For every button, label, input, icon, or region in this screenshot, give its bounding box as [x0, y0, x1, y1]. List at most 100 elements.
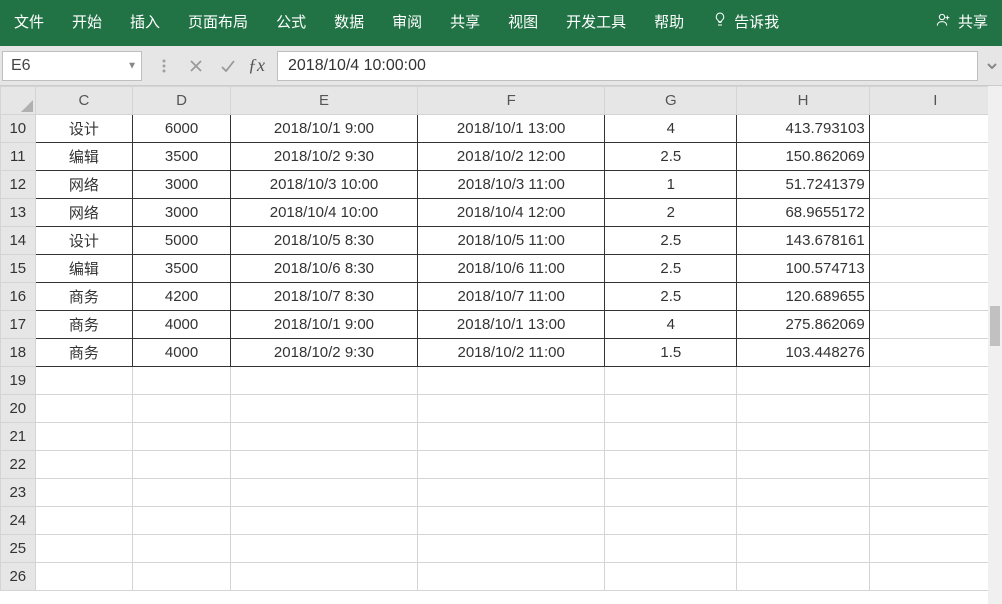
- cell-H25[interactable]: [737, 535, 869, 563]
- cell-E16[interactable]: 2018/10/7 8:30: [230, 283, 417, 311]
- cell-E12[interactable]: 2018/10/3 10:00: [230, 171, 417, 199]
- cell-I24[interactable]: [869, 507, 1001, 535]
- cell-I25[interactable]: [869, 535, 1001, 563]
- cell-G13[interactable]: 2: [605, 199, 737, 227]
- cell-F18[interactable]: 2018/10/2 11:00: [418, 339, 605, 367]
- cell-H24[interactable]: [737, 507, 869, 535]
- cell-H16[interactable]: 120.689655: [737, 283, 869, 311]
- cell-G22[interactable]: [605, 451, 737, 479]
- cell-I19[interactable]: [869, 367, 1001, 395]
- sheet-table[interactable]: CDEFGHI10设计60002018/10/1 9:002018/10/1 1…: [0, 86, 1002, 591]
- cell-H10[interactable]: 413.793103: [737, 115, 869, 143]
- cell-C25[interactable]: [35, 535, 133, 563]
- row-header-23[interactable]: 23: [1, 479, 36, 507]
- cell-E21[interactable]: [230, 423, 417, 451]
- cell-D18[interactable]: 4000: [133, 339, 231, 367]
- cell-H21[interactable]: [737, 423, 869, 451]
- row-header-15[interactable]: 15: [1, 255, 36, 283]
- cell-F24[interactable]: [418, 507, 605, 535]
- enter-button[interactable]: [212, 51, 244, 81]
- tab-review[interactable]: 审阅: [378, 0, 436, 46]
- cell-C15[interactable]: 编辑: [35, 255, 133, 283]
- tab-insert[interactable]: 插入: [116, 0, 174, 46]
- cell-I26[interactable]: [869, 563, 1001, 591]
- cell-G17[interactable]: 4: [605, 311, 737, 339]
- tab-view[interactable]: 视图: [494, 0, 552, 46]
- cell-F17[interactable]: 2018/10/1 13:00: [418, 311, 605, 339]
- cell-I15[interactable]: [869, 255, 1001, 283]
- cell-E19[interactable]: [230, 367, 417, 395]
- col-header-C[interactable]: C: [35, 87, 133, 115]
- expand-formula-bar-icon[interactable]: [982, 60, 1002, 72]
- name-box[interactable]: E6 ▼: [2, 51, 142, 81]
- col-header-H[interactable]: H: [737, 87, 869, 115]
- row-header-11[interactable]: 11: [1, 143, 36, 171]
- cell-C17[interactable]: 商务: [35, 311, 133, 339]
- cell-E25[interactable]: [230, 535, 417, 563]
- row-header-14[interactable]: 14: [1, 227, 36, 255]
- cell-I13[interactable]: [869, 199, 1001, 227]
- cell-C14[interactable]: 设计: [35, 227, 133, 255]
- cell-G25[interactable]: [605, 535, 737, 563]
- cell-D22[interactable]: [133, 451, 231, 479]
- cell-F22[interactable]: [418, 451, 605, 479]
- tab-page-layout[interactable]: 页面布局: [174, 0, 262, 46]
- cell-G20[interactable]: [605, 395, 737, 423]
- cell-I21[interactable]: [869, 423, 1001, 451]
- dropdown-icon[interactable]: ▼: [127, 60, 137, 71]
- cell-E18[interactable]: 2018/10/2 9:30: [230, 339, 417, 367]
- cell-D13[interactable]: 3000: [133, 199, 231, 227]
- select-all-corner[interactable]: [1, 87, 36, 115]
- cell-I10[interactable]: [869, 115, 1001, 143]
- cell-F21[interactable]: [418, 423, 605, 451]
- cell-C22[interactable]: [35, 451, 133, 479]
- cell-D25[interactable]: [133, 535, 231, 563]
- cell-H20[interactable]: [737, 395, 869, 423]
- cell-C19[interactable]: [35, 367, 133, 395]
- row-header-25[interactable]: 25: [1, 535, 36, 563]
- cell-H11[interactable]: 150.862069: [737, 143, 869, 171]
- tab-formulas[interactable]: 公式: [262, 0, 320, 46]
- cell-F15[interactable]: 2018/10/6 11:00: [418, 255, 605, 283]
- cell-E11[interactable]: 2018/10/2 9:30: [230, 143, 417, 171]
- cell-G10[interactable]: 4: [605, 115, 737, 143]
- cell-D26[interactable]: [133, 563, 231, 591]
- cell-E13[interactable]: 2018/10/4 10:00: [230, 199, 417, 227]
- tell-me-button[interactable]: 告诉我: [698, 0, 793, 46]
- cell-G23[interactable]: [605, 479, 737, 507]
- cell-F26[interactable]: [418, 563, 605, 591]
- cancel-button[interactable]: [180, 51, 212, 81]
- row-header-19[interactable]: 19: [1, 367, 36, 395]
- cell-C13[interactable]: 网络: [35, 199, 133, 227]
- cell-C18[interactable]: 商务: [35, 339, 133, 367]
- cell-F11[interactable]: 2018/10/2 12:00: [418, 143, 605, 171]
- row-header-18[interactable]: 18: [1, 339, 36, 367]
- cell-F13[interactable]: 2018/10/4 12:00: [418, 199, 605, 227]
- cell-H17[interactable]: 275.862069: [737, 311, 869, 339]
- cell-F20[interactable]: [418, 395, 605, 423]
- cell-D16[interactable]: 4200: [133, 283, 231, 311]
- row-header-16[interactable]: 16: [1, 283, 36, 311]
- cell-G11[interactable]: 2.5: [605, 143, 737, 171]
- cell-D19[interactable]: [133, 367, 231, 395]
- scrollbar-thumb[interactable]: [990, 306, 1000, 346]
- tab-file[interactable]: 文件: [0, 0, 58, 46]
- col-header-I[interactable]: I: [869, 87, 1001, 115]
- tab-data[interactable]: 数据: [320, 0, 378, 46]
- cell-G19[interactable]: [605, 367, 737, 395]
- cell-F16[interactable]: 2018/10/7 11:00: [418, 283, 605, 311]
- row-header-22[interactable]: 22: [1, 451, 36, 479]
- cell-I17[interactable]: [869, 311, 1001, 339]
- cell-C24[interactable]: [35, 507, 133, 535]
- cell-D14[interactable]: 5000: [133, 227, 231, 255]
- cell-I18[interactable]: [869, 339, 1001, 367]
- cell-D10[interactable]: 6000: [133, 115, 231, 143]
- cell-D11[interactable]: 3500: [133, 143, 231, 171]
- cell-D21[interactable]: [133, 423, 231, 451]
- cell-I22[interactable]: [869, 451, 1001, 479]
- cell-C23[interactable]: [35, 479, 133, 507]
- cell-D24[interactable]: [133, 507, 231, 535]
- cell-C26[interactable]: [35, 563, 133, 591]
- col-header-F[interactable]: F: [418, 87, 605, 115]
- cell-G18[interactable]: 1.5: [605, 339, 737, 367]
